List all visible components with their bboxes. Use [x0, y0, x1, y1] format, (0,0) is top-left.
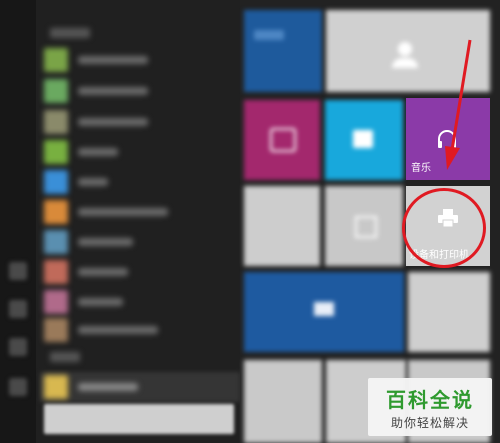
watermark: 百科全说 助你轻松解决	[368, 378, 492, 436]
annotation-arrow-icon	[445, 39, 472, 170]
watermark-title: 百科全说	[386, 388, 474, 412]
watermark-subtitle: 助你轻松解决	[390, 416, 469, 430]
